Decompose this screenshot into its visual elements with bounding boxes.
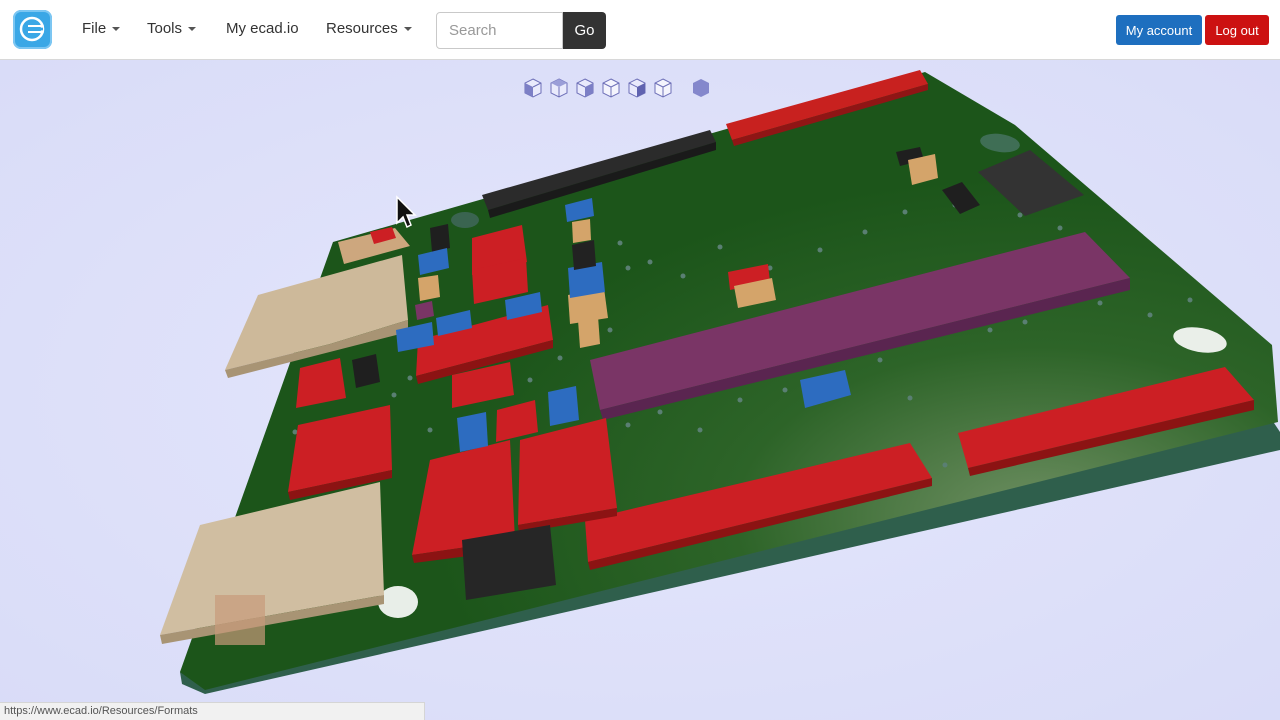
pcb-3d-scene <box>0 60 1280 720</box>
status-bar-url: https://www.ecad.io/Resources/Formats <box>0 702 425 720</box>
pcb-3d-viewer[interactable] <box>0 60 1280 720</box>
ecad-logo-icon[interactable] <box>13 10 52 49</box>
cube-view-icon[interactable] <box>548 77 570 99</box>
my-ecad-link[interactable]: My ecad.io <box>226 20 299 37</box>
my-ecad-label: My ecad.io <box>226 20 299 37</box>
chevron-down-icon <box>403 27 412 32</box>
cube-view-icon[interactable] <box>574 77 596 99</box>
tools-menu-label: Tools <box>147 20 183 37</box>
cube-view-icon[interactable] <box>600 77 622 99</box>
mouse-cursor-icon <box>396 195 417 229</box>
cube-view-icon[interactable] <box>652 77 674 99</box>
go-button[interactable]: Go <box>563 12 606 49</box>
file-menu[interactable]: File <box>82 20 121 37</box>
black-part <box>572 240 596 270</box>
cube-view-icon[interactable] <box>626 77 648 99</box>
cube-view-icon[interactable] <box>522 77 544 99</box>
black-ic <box>352 354 380 388</box>
blue-part <box>548 386 579 426</box>
blue-part <box>457 412 488 452</box>
top-navbar: File Tools My ecad.io Resources Go My ac… <box>0 0 1280 60</box>
resources-menu-label: Resources <box>326 20 398 37</box>
tan-part <box>572 219 591 243</box>
tools-menu[interactable]: Tools <box>147 20 197 37</box>
hexagon-view-icon[interactable] <box>690 77 712 99</box>
file-menu-label: File <box>82 20 107 37</box>
search-input[interactable] <box>436 12 563 49</box>
tan-part <box>578 316 600 348</box>
black-ic <box>430 224 450 252</box>
tan-part <box>418 275 440 301</box>
logout-button[interactable]: Log out <box>1205 15 1269 45</box>
mounting-hole <box>451 212 479 228</box>
my-account-button[interactable]: My account <box>1116 15 1202 45</box>
resources-menu[interactable]: Resources <box>326 20 412 37</box>
chevron-down-icon <box>188 27 197 32</box>
chevron-down-icon <box>112 27 121 32</box>
